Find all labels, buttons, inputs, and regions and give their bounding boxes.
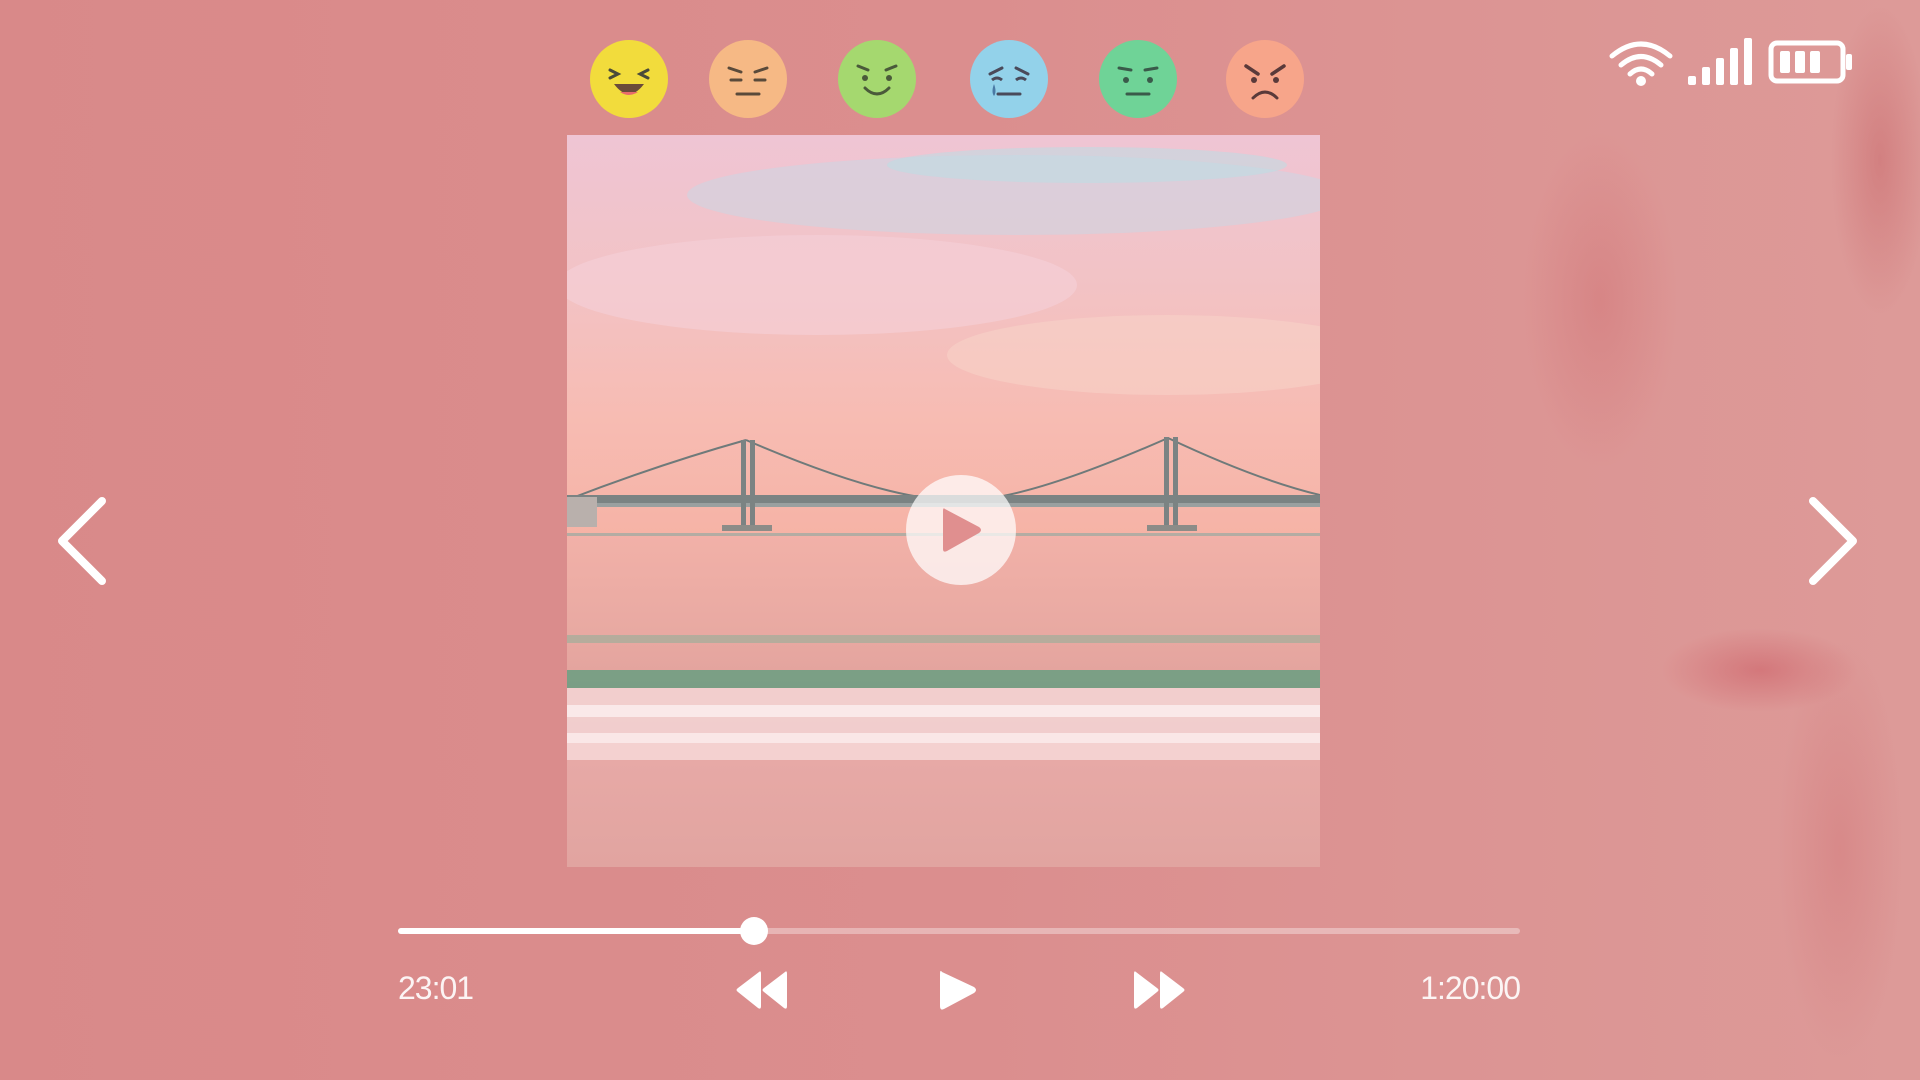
progress-bar[interactable] [398, 917, 1520, 945]
chevron-right-icon [1809, 497, 1857, 585]
previous-button[interactable] [52, 495, 112, 587]
fast-forward-button[interactable] [1134, 968, 1186, 1017]
next-button[interactable] [1803, 495, 1863, 587]
play-icon [940, 970, 976, 1010]
sick-emoji-icon[interactable] [1099, 40, 1177, 118]
battery-icon [1768, 40, 1852, 84]
signal-icon [1688, 38, 1752, 85]
rewind-icon [736, 971, 787, 1009]
total-duration: 1:20:00 [1420, 970, 1521, 1006]
elapsed-time: 23:01 [398, 970, 474, 1006]
fast-forward-icon [1134, 971, 1185, 1009]
rewind-button[interactable] [735, 968, 787, 1017]
play-button[interactable] [938, 968, 978, 1017]
progress-knob[interactable] [739, 917, 768, 945]
laughing-emoji-icon[interactable] [590, 40, 668, 118]
crying-emoji-icon[interactable] [970, 40, 1048, 118]
play-icon [943, 508, 981, 552]
status-bar [1608, 38, 1858, 88]
progress-fill [398, 928, 754, 934]
annoyed-emoji-icon[interactable] [709, 40, 787, 118]
emoji-mood-row [588, 40, 1308, 122]
video-play-button[interactable] [906, 475, 1016, 585]
wifi-icon [1609, 41, 1673, 86]
content-emoji-icon[interactable] [838, 40, 916, 118]
angry-emoji-icon[interactable] [1226, 40, 1304, 118]
chevron-left-icon [58, 497, 106, 585]
